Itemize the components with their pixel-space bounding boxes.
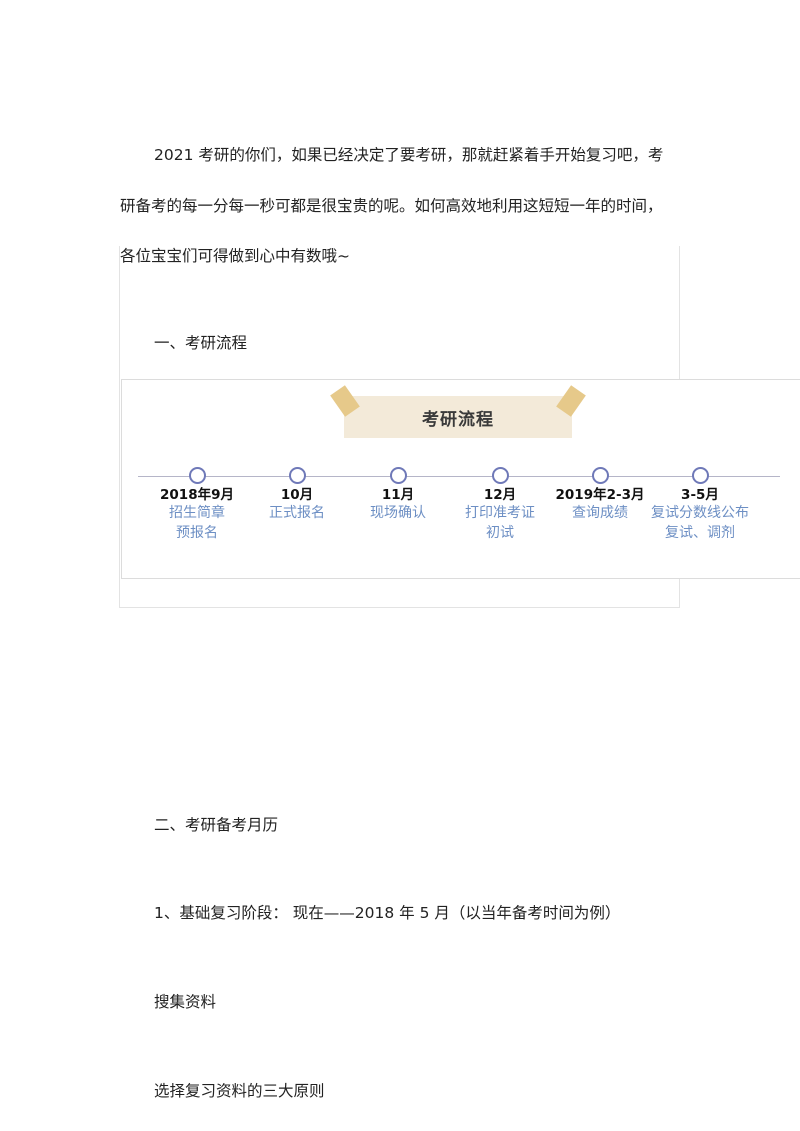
- timeline-node: 3-5月复试分数线公布 复试、调剂: [630, 467, 770, 543]
- timeline-step-label: 初试: [486, 525, 514, 541]
- timeline-marker-icon: [591, 467, 609, 484]
- timeline-marker-icon: [491, 467, 509, 484]
- item-collect-materials: 搜集资料: [154, 993, 217, 1011]
- timeline-date: 3-5月: [681, 487, 719, 503]
- timeline-step-label: 复试分数线公布: [651, 505, 749, 521]
- figure-title: 考研流程: [422, 409, 494, 430]
- timeline-marker-icon: [188, 467, 206, 484]
- timeline-step-label: 预报名: [176, 525, 218, 541]
- stage1-line: 1、基础复习阶段： 现在——2018 年 5 月（以当年备考时间为例）: [154, 904, 621, 922]
- intro-line-1: 2021 考研的你们，如果已经决定了要考研，那就赶紧着手开始复习吧，考: [154, 146, 664, 164]
- item-selection-principles: 选择复习资料的三大原则: [154, 1082, 325, 1100]
- section1-heading: 一、考研流程: [154, 334, 248, 352]
- timeline-marker-icon: [691, 467, 709, 484]
- intro-line-2: 研备考的每一分每一秒可都是很宝贵的呢。如何高效地利用这短短一年的时间，: [120, 197, 663, 215]
- timeline-marker-icon: [389, 467, 407, 484]
- process-figure: 考研流程 2018年9月 招生简章 预报名 10月 正式报名 11月 现场确认 12月 打印准考…: [121, 379, 800, 579]
- timeline-marker-icon: [288, 467, 306, 484]
- section2-heading: 二、考研备考月历: [154, 816, 279, 834]
- figure-banner: 考研流程: [330, 385, 586, 438]
- timeline-step-label: 复试、调剂: [665, 525, 735, 541]
